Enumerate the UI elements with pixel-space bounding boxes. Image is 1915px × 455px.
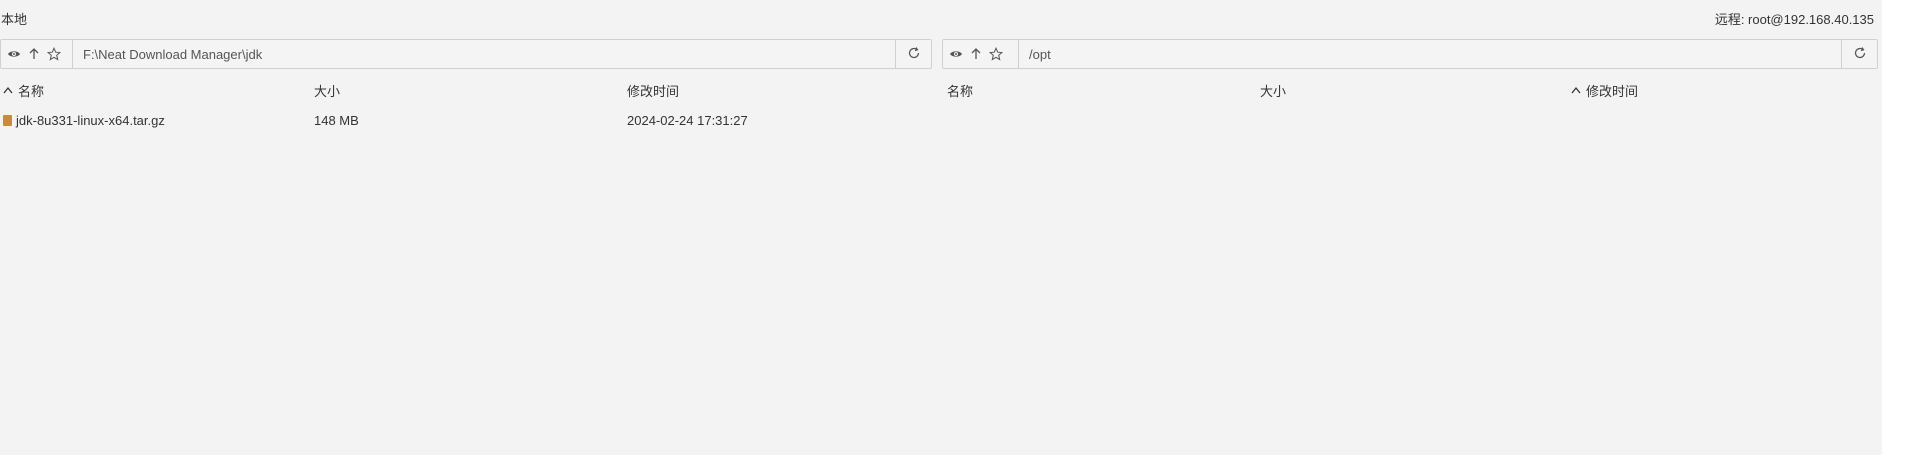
remote-col-size[interactable]: 大小	[1260, 81, 1286, 100]
local-refresh-button[interactable]	[895, 40, 931, 68]
remote-path-bar	[942, 39, 1878, 69]
remote-path-input[interactable]	[1019, 40, 1841, 68]
local-column-header: 名称 大小 修改时间	[0, 79, 932, 99]
chevron-up-icon	[2, 83, 14, 98]
local-col-name[interactable]: 名称	[2, 81, 44, 100]
file-name: jdk-8u331-linux-x64.tar.gz	[16, 113, 165, 128]
remote-path-tools	[943, 40, 1019, 68]
local-path-tools	[1, 40, 73, 68]
local-col-modified[interactable]: 修改时间	[627, 81, 679, 100]
star-icon[interactable]	[989, 47, 1003, 61]
remote-col-size-label: 大小	[1260, 84, 1287, 99]
refresh-icon	[1853, 46, 1867, 63]
arrow-up-icon[interactable]	[969, 47, 983, 61]
chevron-up-icon	[1570, 83, 1582, 98]
remote-col-modified-label: 修改时间	[1586, 84, 1639, 99]
file-name-cell: jdk-8u331-linux-x64.tar.gz	[3, 113, 165, 128]
local-col-size[interactable]: 大小	[314, 81, 340, 100]
local-path-input[interactable]	[73, 40, 895, 68]
local-col-name-label: 名称	[18, 84, 45, 99]
eye-icon[interactable]	[7, 47, 21, 61]
remote-refresh-button[interactable]	[1841, 40, 1877, 68]
remote-col-name-label: 名称	[947, 84, 974, 99]
file-size: 148 MB	[314, 113, 359, 128]
remote-col-modified[interactable]: 修改时间	[1570, 81, 1638, 100]
sftp-panel: 本地 远程: root@192.168.40.135 F:\Neat Downl…	[0, 0, 1882, 455]
panel-header: 本地 远程: root@192.168.40.135	[0, 0, 1882, 34]
arrow-up-icon[interactable]	[27, 47, 41, 61]
local-col-modified-label: 修改时间	[627, 84, 680, 99]
remote-column-header: 名称 大小 修改时间	[942, 79, 1878, 99]
local-path-bar	[0, 39, 932, 69]
file-modified: 2024-02-24 17:31:27	[627, 113, 748, 128]
eye-icon[interactable]	[949, 47, 963, 61]
remote-label: 远程: root@192.168.40.135	[1714, 12, 1874, 27]
local-label: 本地	[1, 12, 28, 27]
archive-file-icon	[3, 115, 12, 126]
refresh-icon	[907, 46, 921, 63]
remote-col-name[interactable]: 名称	[947, 81, 973, 100]
table-row[interactable]: jdk-8u331-linux-x64.tar.gz 148 MB 2024-0…	[0, 111, 932, 131]
local-col-size-label: 大小	[314, 84, 341, 99]
star-icon[interactable]	[47, 47, 61, 61]
